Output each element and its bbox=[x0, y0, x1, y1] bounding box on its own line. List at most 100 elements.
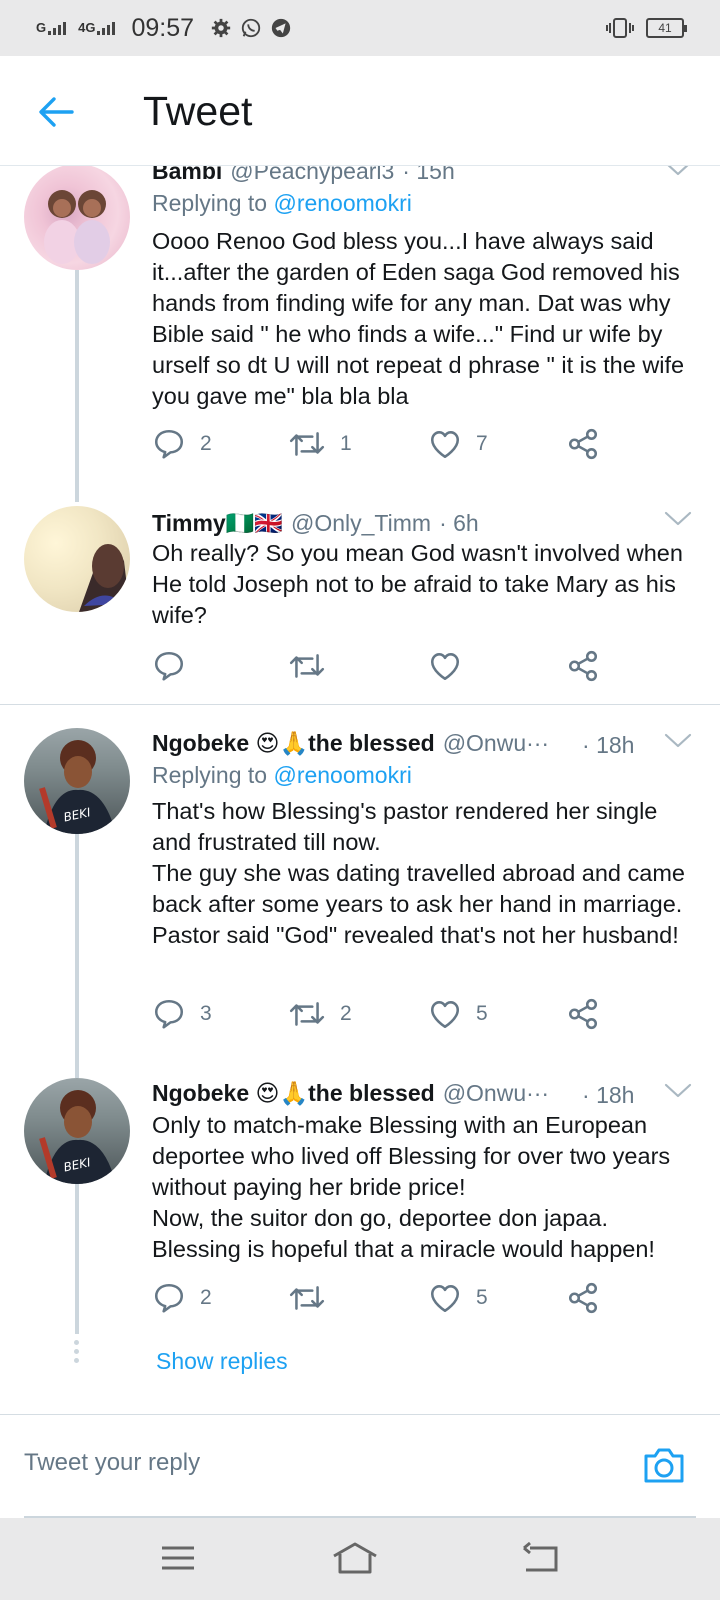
user-handle[interactable]: @Onwu··· bbox=[443, 1080, 549, 1107]
like-icon bbox=[428, 1281, 462, 1315]
avatar[interactable]: BEKI bbox=[24, 1078, 130, 1184]
tweet-actions: 3 2 5 bbox=[152, 994, 622, 1034]
reply-count: 3 bbox=[200, 1002, 212, 1025]
like-count: 7 bbox=[476, 432, 488, 455]
menu-icon[interactable] bbox=[158, 1540, 198, 1576]
vibrate-icon bbox=[606, 18, 634, 38]
signal-indicator-1: G bbox=[36, 20, 47, 35]
caret-down-icon[interactable] bbox=[664, 166, 692, 178]
reply-icon bbox=[152, 1281, 186, 1315]
reply-count: 2 bbox=[200, 1286, 212, 1309]
like-button[interactable]: 5 bbox=[428, 994, 488, 1034]
divider bbox=[0, 704, 720, 705]
share-button[interactable] bbox=[566, 424, 600, 464]
retweet-button[interactable] bbox=[288, 1278, 326, 1318]
clock: 09:57 bbox=[131, 13, 195, 42]
retweet-icon bbox=[288, 997, 326, 1031]
battery-level: 41 bbox=[658, 21, 672, 35]
signal-indicator-2: 4G bbox=[78, 20, 96, 35]
reply-button[interactable]: 2 bbox=[152, 424, 212, 464]
reply-icon bbox=[152, 649, 186, 683]
tweet-text: That's how Blessing's pastor rendered he… bbox=[152, 798, 685, 948]
caret-down-icon[interactable] bbox=[664, 510, 692, 528]
retweet-icon bbox=[288, 1281, 326, 1315]
caret-down-icon[interactable] bbox=[664, 1082, 692, 1100]
share-icon bbox=[566, 997, 600, 1031]
reply-icon bbox=[152, 997, 186, 1031]
tweet-feed[interactable]: Bambi @Peachypearl3 · 15h Replying to @r… bbox=[0, 166, 720, 1414]
tweet-item[interactable]: BEKI Ngobeke 😍🙏the blessed @Onwu··· · 18… bbox=[0, 1078, 720, 1414]
retweet-icon bbox=[288, 649, 326, 683]
user-handle[interactable]: @Only_Timm bbox=[291, 510, 431, 537]
thread-dots bbox=[74, 1340, 80, 1367]
thread-line bbox=[75, 270, 79, 502]
signal-bars-icon-2 bbox=[97, 22, 116, 35]
like-count: 5 bbox=[476, 1286, 488, 1309]
retweet-count: 1 bbox=[340, 432, 352, 455]
tweet-header: Timmy🇳🇬🇬🇧 @Only_Timm · 6h bbox=[152, 510, 479, 540]
reply-button[interactable]: 2 bbox=[152, 1278, 212, 1318]
mention-link[interactable]: @renoomokri bbox=[273, 762, 411, 788]
reply-icon bbox=[152, 427, 186, 461]
home-icon[interactable] bbox=[330, 1540, 380, 1576]
share-button[interactable] bbox=[566, 1278, 600, 1318]
camera-icon[interactable] bbox=[642, 1443, 686, 1487]
display-name[interactable]: Bambi bbox=[152, 166, 222, 185]
tweet-time: · 18h bbox=[582, 732, 635, 758]
tweet-item[interactable]: Bambi @Peachypearl3 · 15h Replying to @r… bbox=[0, 166, 720, 506]
like-button[interactable]: 5 bbox=[428, 1278, 488, 1318]
like-button[interactable]: 7 bbox=[428, 424, 488, 464]
share-icon bbox=[566, 649, 600, 683]
tweet-text: Oh really? So you mean God wasn't involv… bbox=[152, 540, 683, 628]
mention-link[interactable]: @renoomokri bbox=[273, 190, 411, 216]
top-app-bar: Tweet bbox=[0, 56, 720, 166]
share-icon bbox=[566, 1281, 600, 1315]
retweet-count: 2 bbox=[340, 1002, 352, 1025]
retweet-button[interactable] bbox=[288, 646, 326, 686]
share-icon bbox=[566, 427, 600, 461]
like-count: 5 bbox=[476, 1002, 488, 1025]
avatar[interactable] bbox=[24, 506, 130, 612]
user-handle[interactable]: @Onwu··· bbox=[443, 730, 549, 757]
back-icon[interactable] bbox=[520, 1540, 560, 1576]
retweet-button[interactable]: 2 bbox=[288, 994, 352, 1034]
tweet-header: Ngobeke 😍🙏the blessed @Onwu··· bbox=[152, 1080, 549, 1110]
share-button[interactable] bbox=[566, 994, 600, 1034]
tweet-actions: 2 1 7 bbox=[152, 424, 622, 464]
replying-to: Replying to @renoomokri bbox=[152, 190, 412, 216]
tweet-time: · 18h bbox=[582, 1082, 635, 1108]
back-arrow-icon[interactable] bbox=[36, 92, 76, 132]
display-name[interactable]: Timmy🇳🇬🇬🇧 bbox=[152, 510, 283, 537]
tweet-actions: 2 5 bbox=[152, 1278, 622, 1318]
display-name[interactable]: Ngobeke 😍🙏the blessed bbox=[152, 730, 435, 757]
avatar[interactable] bbox=[24, 166, 130, 270]
like-button[interactable] bbox=[428, 646, 462, 686]
tweet-text: Oooo Renoo God bless you...I have always… bbox=[152, 228, 685, 409]
reply-input[interactable]: Tweet your reply bbox=[24, 1449, 200, 1477]
thread-line bbox=[75, 1184, 79, 1334]
display-name[interactable]: Ngobeke 😍🙏the blessed bbox=[152, 1080, 435, 1107]
caret-down-icon[interactable] bbox=[664, 732, 692, 750]
system-nav-bar bbox=[0, 1518, 720, 1600]
like-icon bbox=[428, 649, 462, 683]
avatar[interactable]: BEKI bbox=[24, 728, 130, 834]
telegram-icon bbox=[271, 18, 291, 38]
retweet-button[interactable]: 1 bbox=[288, 424, 352, 464]
tweet-header: Bambi @Peachypearl3 · 15h bbox=[152, 166, 455, 188]
tweet-item[interactable]: Timmy🇳🇬🇬🇧 @Only_Timm · 6h Oh really? So … bbox=[0, 506, 720, 706]
page-title: Tweet bbox=[143, 88, 253, 134]
user-handle[interactable]: @Peachypearl3 bbox=[230, 166, 394, 185]
retweet-icon bbox=[288, 427, 326, 461]
replying-to: Replying to @renoomokri bbox=[152, 762, 412, 788]
whatsapp-icon bbox=[241, 18, 261, 38]
reply-button[interactable] bbox=[152, 646, 186, 686]
share-button[interactable] bbox=[566, 646, 600, 686]
tweet-item[interactable]: BEKI Ngobeke 😍🙏the blessed @Onwu··· · 18… bbox=[0, 728, 720, 1078]
reply-button[interactable]: 3 bbox=[152, 994, 212, 1034]
signal-bars-icon bbox=[48, 22, 67, 35]
tweet-text: Only to match-make Blessing with an Euro… bbox=[152, 1112, 671, 1262]
tweet-time: · 6h bbox=[439, 510, 479, 536]
reply-count: 2 bbox=[200, 432, 212, 455]
tweet-actions bbox=[152, 646, 622, 686]
show-replies-link[interactable]: Show replies bbox=[156, 1348, 288, 1375]
